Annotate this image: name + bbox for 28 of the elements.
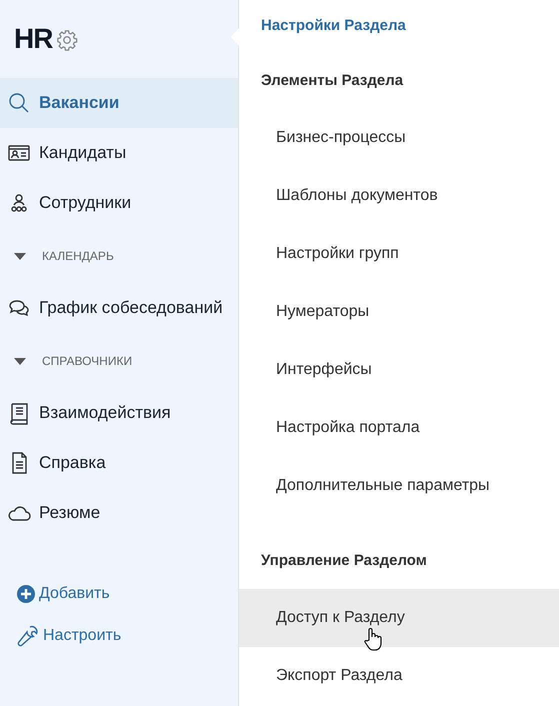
app-title: HR [14, 23, 52, 55]
sidebar-item[interactable]: Справка [0, 438, 238, 488]
settings-link[interactable]: Бизнес-процессы [239, 109, 559, 167]
wrench-icon [16, 624, 40, 648]
settings-link[interactable]: Настройки групп [239, 225, 559, 283]
sidebar-item[interactable]: Кандидаты [0, 128, 238, 178]
settings-link[interactable]: Шаблоны документов [239, 167, 559, 225]
sidebar-item[interactable]: График собеседований [0, 283, 238, 333]
panel-title: Настройки Раздела [260, 17, 407, 36]
settings-link[interactable]: Настройка портала [239, 399, 559, 457]
settings-link[interactable]: Дополнительные параметры [239, 457, 559, 515]
sidebar-item[interactable]: Взаимодействия [0, 388, 238, 438]
settings-icon[interactable] [56, 29, 78, 51]
settings-link[interactable]: Нумераторы [239, 283, 559, 341]
group-heading: Управление Разделом [260, 550, 428, 570]
sidebar-item[interactable]: Вакансии [0, 78, 238, 128]
sidebar-item[interactable]: Резюме [0, 488, 238, 538]
settings-link[interactable]: Интерфейсы [239, 341, 559, 399]
settings-link[interactable]: Экспорт Раздела [239, 647, 559, 705]
section-header[interactable]: КАЛЕНДАРЬ [0, 228, 238, 283]
add-link[interactable]: Добавить [16, 584, 238, 604]
hand-cursor-icon [364, 627, 382, 651]
plus-icon [16, 584, 36, 604]
search-icon [7, 91, 31, 115]
configure-link[interactable]: Настроить [16, 624, 238, 648]
group-heading: Элементы Раздела [260, 70, 404, 90]
sidebar-item[interactable]: Сотрудники [0, 178, 238, 228]
section-header[interactable]: СПРАВОЧНИКИ [0, 333, 238, 388]
